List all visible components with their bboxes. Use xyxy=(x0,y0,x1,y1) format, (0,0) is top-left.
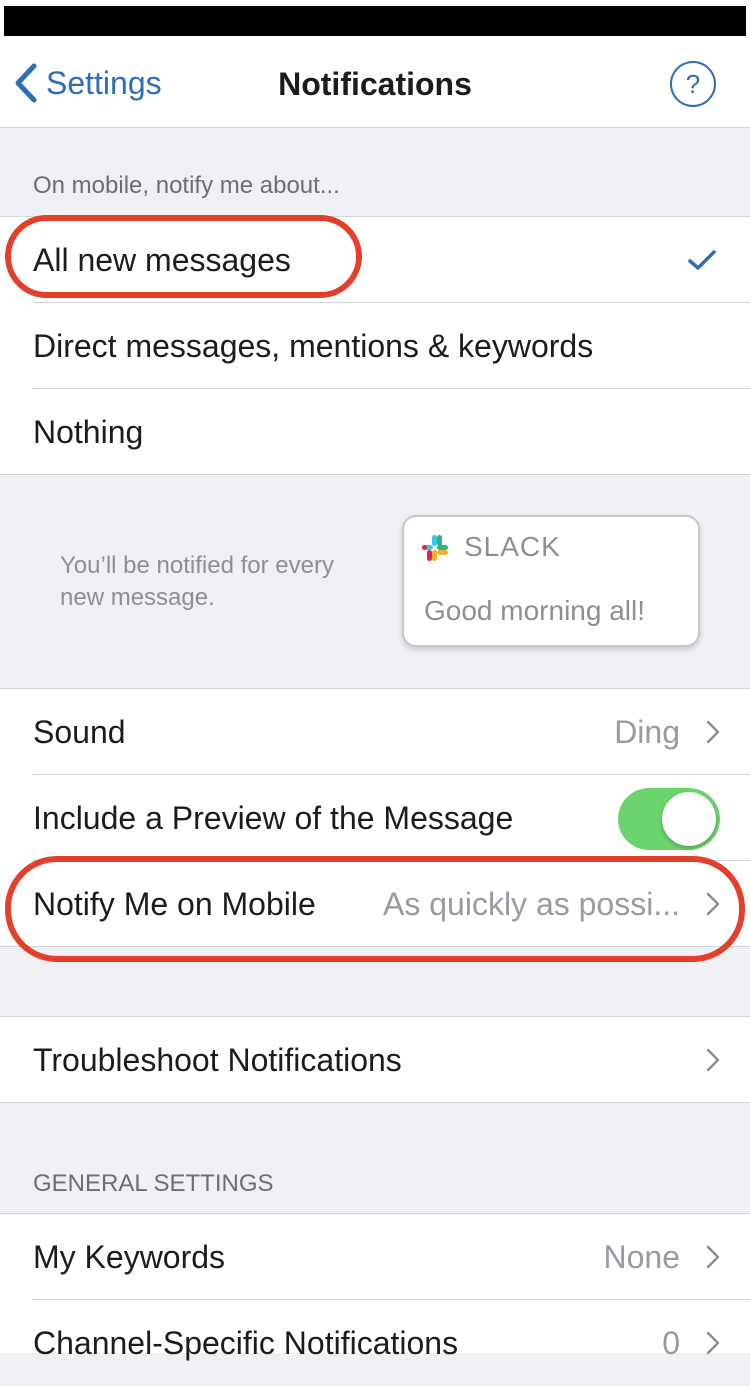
navigation-bar: Settings Notifications ? xyxy=(0,36,750,128)
include-preview-toggle[interactable] xyxy=(618,788,720,850)
help-icon[interactable]: ? xyxy=(670,61,716,107)
notification-app-name: SLACK xyxy=(464,531,561,562)
settings-group: Sound Ding Include a Preview of the Mess… xyxy=(0,688,750,947)
chevron-right-icon xyxy=(706,1245,720,1269)
option-label: All new messages xyxy=(33,242,291,278)
my-keywords-label: My Keywords xyxy=(33,1239,226,1275)
troubleshoot-group: Troubleshoot Notifications xyxy=(0,1016,750,1103)
option-label: Nothing xyxy=(33,414,144,450)
sound-label: Sound xyxy=(33,714,126,750)
slack-logo-icon xyxy=(422,535,448,561)
my-keywords-row[interactable]: My Keywords None xyxy=(0,1214,750,1300)
include-preview-label: Include a Preview of the Message xyxy=(33,800,514,836)
page-title: Notifications xyxy=(278,66,472,102)
sound-value: Ding xyxy=(614,714,680,750)
sound-row[interactable]: Sound Ding xyxy=(0,689,750,775)
chevron-right-icon xyxy=(706,892,720,916)
notification-body: Good morning all! xyxy=(424,595,646,626)
notify-about-header: On mobile, notify me about... xyxy=(33,172,340,199)
notification-preview-card: SLACK Good morning all! xyxy=(402,515,700,647)
general-settings-group: My Keywords None Channel-Specific Notifi… xyxy=(0,1213,750,1361)
preview-description: You’ll be notified for every new message… xyxy=(60,552,334,611)
option-direct-messages[interactable]: Direct messages, mentions & keywords xyxy=(0,303,750,389)
channel-specific-label: Channel-Specific Notifications xyxy=(33,1325,459,1361)
channel-specific-row[interactable]: Channel-Specific Notifications 0 xyxy=(0,1300,750,1386)
chevron-right-icon xyxy=(706,720,720,744)
include-preview-row: Include a Preview of the Message xyxy=(0,775,750,861)
troubleshoot-row[interactable]: Troubleshoot Notifications xyxy=(0,1017,750,1103)
general-settings-header: GENERAL SETTINGS xyxy=(33,1170,274,1197)
option-label: Direct messages, mentions & keywords xyxy=(33,328,594,364)
channel-specific-value: 0 xyxy=(662,1325,680,1361)
chevron-right-icon xyxy=(706,1331,720,1355)
checkmark-icon xyxy=(688,250,716,270)
notify-on-mobile-label: Notify Me on Mobile xyxy=(33,886,316,922)
chevron-right-icon xyxy=(706,1048,720,1072)
notify-options-group: All new messages Direct messages, mentio… xyxy=(0,216,750,475)
status-bar xyxy=(0,0,750,36)
notify-on-mobile-value: As quickly as possi... xyxy=(383,886,680,922)
notify-on-mobile-row[interactable]: Notify Me on Mobile As quickly as possi.… xyxy=(0,861,750,947)
my-keywords-value: None xyxy=(603,1239,681,1275)
option-nothing[interactable]: Nothing xyxy=(0,389,750,475)
option-all-new-messages[interactable]: All new messages xyxy=(0,217,750,303)
troubleshoot-label: Troubleshoot Notifications xyxy=(33,1042,402,1078)
